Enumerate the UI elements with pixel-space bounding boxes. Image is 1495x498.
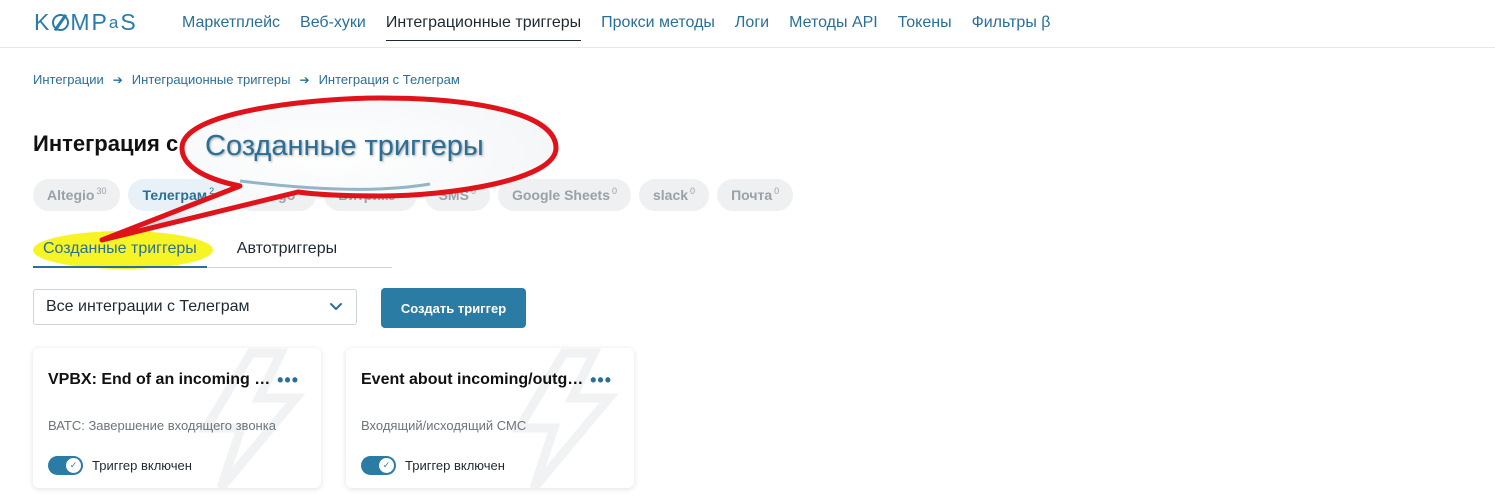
chip-count: 0 [397, 186, 403, 196]
breadcrumb-telegram-integration[interactable]: Интеграция с Телеграм [319, 72, 460, 87]
chip-mail[interactable]: Почта 0 [717, 179, 794, 211]
toggle-label: Триггер включен [405, 458, 505, 473]
chip-bitrix[interactable]: Битрикс 0 [324, 179, 417, 211]
logo-letter: K [34, 9, 52, 35]
arrow-right-icon: ➔ [112, 72, 123, 87]
more-options-icon[interactable]: ••• [590, 370, 612, 391]
chip-google-sheets[interactable]: Google Sheets 0 [497, 179, 631, 211]
breadcrumb-integration-triggers[interactable]: Интеграционные триггеры [132, 72, 291, 87]
chip-slack[interactable]: slack 0 [639, 179, 710, 211]
arrow-right-icon: ➔ [299, 72, 310, 87]
create-trigger-button[interactable]: Создать триггер [381, 288, 526, 328]
toggle-label: Триггер включен [92, 458, 192, 473]
chip-count: 0 [297, 186, 303, 196]
card-title: VPBX: End of an incoming call [48, 371, 273, 388]
logo-letter-s: S [120, 9, 138, 35]
nav-item-tokens[interactable]: Токены [898, 14, 952, 41]
chip-sms[interactable]: SMS 0 [424, 179, 490, 211]
chip-label: Mango [250, 187, 296, 203]
card-title: Event about incoming/outgoing SMS [361, 371, 586, 388]
chip-count: 0 [690, 186, 696, 196]
tab-auto-triggers[interactable]: Автотриггеры [227, 233, 347, 267]
chip-label: Google Sheets [511, 187, 610, 203]
callout-text: Созданные триггеры [205, 130, 484, 162]
chip-count: 0 [470, 186, 476, 196]
check-icon: ✓ [66, 458, 81, 473]
logo-letter-a: a [108, 13, 121, 32]
check-icon: ✓ [379, 458, 394, 473]
trigger-toggle[interactable]: ✓ [361, 456, 396, 475]
chip-count: 0 [611, 186, 617, 196]
logo-compass-icon [52, 14, 70, 31]
trigger-toggle[interactable]: ✓ [48, 456, 83, 475]
chip-count: 2 [209, 186, 215, 196]
nav-item-marketplace[interactable]: Маркетплейс [182, 14, 280, 41]
nav-item-filters[interactable]: Фильтры β [972, 14, 1051, 41]
top-navigation-bar: K MPaS Маркетплейс Веб-хуки Интеграционны… [0, 0, 1495, 48]
breadcrumb-integrations[interactable]: Интеграции [33, 72, 104, 87]
chip-mango[interactable]: Mango 0 [236, 179, 317, 211]
kompas-logo[interactable]: K MPaS [34, 9, 138, 36]
nav-item-api-methods[interactable]: Методы API [789, 14, 878, 41]
main-nav: Маркетплейс Веб-хуки Интеграционные триг… [182, 14, 1070, 41]
chip-label: SMS [438, 187, 469, 203]
chip-count: 0 [774, 186, 780, 196]
select-value: Все интеграции с Телеграм [46, 298, 250, 315]
logo-letters: MP [70, 9, 109, 35]
card-description: Входящий/исходящий СМС [361, 418, 527, 433]
chip-altegio[interactable]: Altegio 30 [33, 179, 121, 211]
chip-label: Телеграм [142, 187, 208, 203]
trigger-card[interactable]: VPBX: End of an incoming call ••• ВАТС: … [33, 348, 321, 488]
breadcrumb: Интеграции ➔ Интеграционные триггеры ➔ И… [33, 72, 460, 87]
chip-label: Altegio [47, 187, 95, 203]
chip-label: Почта [731, 187, 773, 203]
integration-chips: Altegio 30 Телеграм 2 Mango 0 Битрикс 0 SMS 0… [33, 179, 794, 211]
tab-created-triggers[interactable]: Созданные триггеры [33, 233, 207, 268]
more-options-icon[interactable]: ••• [277, 370, 299, 391]
nav-item-integration-triggers[interactable]: Интеграционные триггеры [385, 14, 582, 41]
nav-item-webhooks[interactable]: Веб-хуки [300, 14, 366, 41]
chip-label: Битрикс [338, 187, 396, 203]
card-description: ВАТС: Завершение входящего звонка [48, 418, 276, 433]
trigger-card[interactable]: Event about incoming/outgoing SMS ••• Вх… [346, 348, 634, 488]
nav-item-logs[interactable]: Логи [735, 14, 769, 41]
chip-count: 30 [96, 186, 107, 196]
trigger-tabs: Созданные триггеры Автотриггеры [33, 233, 392, 268]
integration-filter-select[interactable]: Все интеграции с Телеграм [33, 289, 357, 325]
chevron-down-icon [330, 303, 342, 310]
chip-telegram[interactable]: Телеграм 2 [128, 179, 229, 211]
chip-label: slack [653, 187, 689, 203]
nav-item-proxy-methods[interactable]: Прокси методы [601, 14, 715, 41]
